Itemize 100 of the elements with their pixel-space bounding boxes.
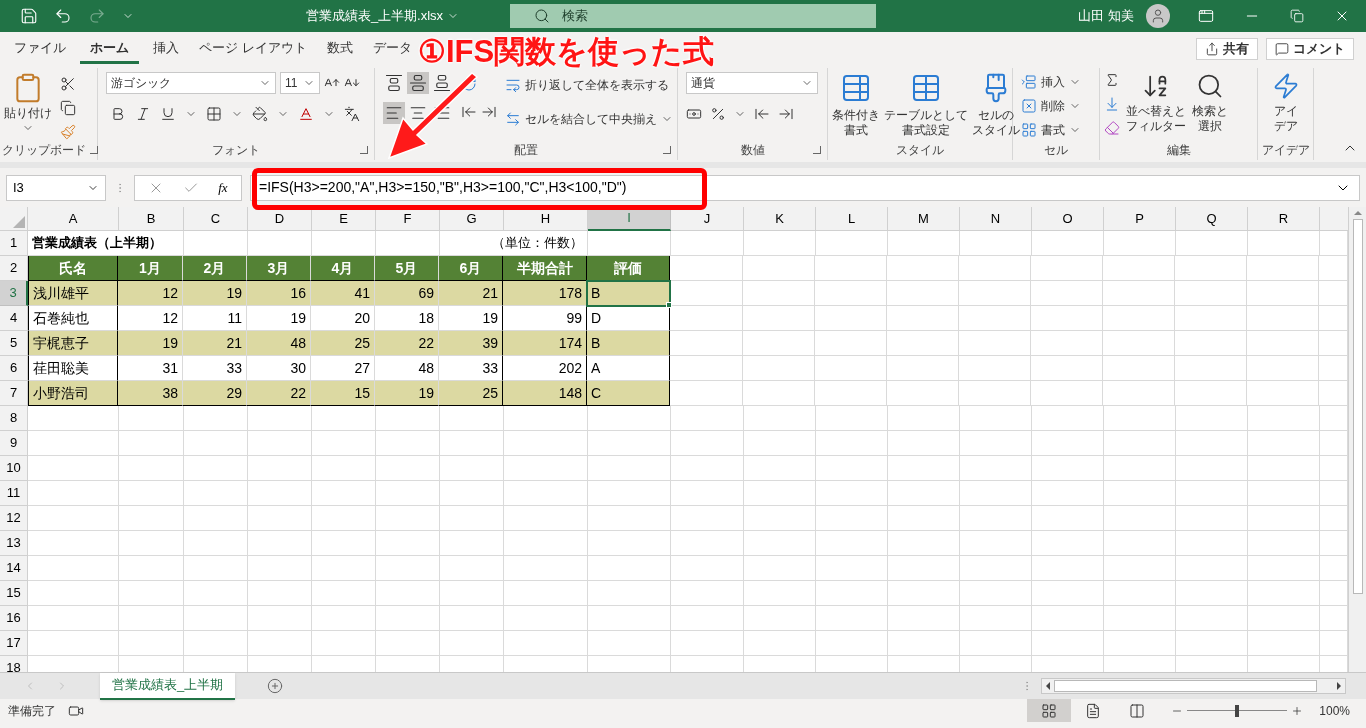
column-heading[interactable]: 4月 [311, 256, 375, 281]
empty-cell[interactable] [888, 581, 960, 606]
empty-cell[interactable] [588, 581, 671, 606]
restore-icon[interactable] [1290, 9, 1304, 23]
empty-cell[interactable] [588, 556, 671, 581]
empty-cell[interactable] [744, 556, 816, 581]
table-cell[interactable]: D [587, 306, 670, 331]
table-cell[interactable]: 174 [503, 331, 587, 356]
empty-cell[interactable] [1247, 281, 1319, 306]
empty-cell[interactable] [1032, 606, 1104, 631]
empty-cell[interactable] [1248, 631, 1320, 656]
column-header[interactable]: Q [1176, 207, 1248, 231]
empty-cell[interactable] [504, 531, 588, 556]
empty-cell[interactable] [1032, 481, 1104, 506]
empty-cell[interactable] [184, 481, 248, 506]
empty-cell[interactable] [1248, 556, 1320, 581]
empty-cell[interactable] [376, 581, 440, 606]
row-header[interactable]: 10 [0, 456, 28, 481]
row-header[interactable]: 18 [0, 656, 28, 672]
empty-cell[interactable] [440, 456, 504, 481]
empty-cell[interactable] [960, 456, 1032, 481]
empty-cell[interactable] [816, 631, 888, 656]
table-cell[interactable]: 20 [311, 306, 375, 331]
empty-cell[interactable] [743, 306, 815, 331]
empty-cell[interactable] [1031, 281, 1103, 306]
empty-cell[interactable] [960, 406, 1032, 431]
empty-cell[interactable] [1104, 431, 1176, 456]
empty-cell[interactable] [1103, 356, 1175, 381]
empty-cell[interactable] [960, 556, 1032, 581]
empty-cell[interactable] [959, 306, 1031, 331]
empty-cell[interactable] [671, 231, 744, 256]
empty-cell[interactable] [504, 406, 588, 431]
row-header[interactable]: 9 [0, 431, 28, 456]
empty-cell[interactable] [1032, 631, 1104, 656]
comment-button[interactable]: コメント [1266, 38, 1354, 60]
empty-cell[interactable] [312, 456, 376, 481]
name-box[interactable]: I3 [6, 174, 106, 201]
table-cell[interactable]: 22 [247, 381, 311, 406]
empty-cell[interactable] [816, 456, 888, 481]
empty-cell[interactable] [815, 281, 887, 306]
column-header[interactable]: N [960, 207, 1032, 231]
empty-cell[interactable] [671, 531, 744, 556]
empty-cell[interactable] [504, 581, 588, 606]
column-heading[interactable]: 3月 [247, 256, 311, 281]
empty-cell[interactable] [1175, 331, 1247, 356]
ideas-button[interactable]: アイ デア [1273, 104, 1298, 134]
empty-cell[interactable] [816, 406, 888, 431]
table-cell[interactable]: 19 [247, 306, 311, 331]
empty-cell[interactable] [1247, 381, 1319, 406]
empty-cell[interactable] [671, 431, 744, 456]
empty-cell[interactable] [1032, 406, 1104, 431]
table-cell[interactable]: 21 [183, 331, 247, 356]
empty-cell[interactable] [959, 256, 1031, 281]
column-header[interactable]: A [28, 207, 119, 231]
empty-cell[interactable] [671, 456, 744, 481]
empty-cell[interactable] [743, 256, 815, 281]
empty-cell[interactable] [184, 631, 248, 656]
empty-cell[interactable] [960, 506, 1032, 531]
column-heading[interactable]: 氏名 [28, 256, 118, 281]
row-header[interactable]: 17 [0, 631, 28, 656]
empty-cell[interactable] [888, 481, 960, 506]
empty-cell[interactable] [1248, 431, 1320, 456]
empty-cell[interactable] [959, 356, 1031, 381]
empty-cell[interactable] [743, 356, 815, 381]
empty-cell[interactable] [1175, 306, 1247, 331]
empty-cell[interactable] [440, 581, 504, 606]
empty-cell[interactable] [248, 456, 312, 481]
table-cell[interactable]: 30 [247, 356, 311, 381]
ribbon-tab[interactable]: 数式 [316, 36, 363, 64]
empty-cell[interactable] [1175, 281, 1247, 306]
empty-cell[interactable] [744, 456, 816, 481]
empty-cell[interactable] [248, 581, 312, 606]
empty-cell[interactable] [312, 531, 376, 556]
empty-cell[interactable] [1176, 581, 1248, 606]
empty-cell[interactable] [376, 406, 440, 431]
empty-cell[interactable] [184, 606, 248, 631]
empty-cell[interactable] [743, 281, 815, 306]
empty-cell[interactable] [1104, 456, 1176, 481]
percent-icon[interactable] [710, 106, 726, 122]
increase-indent-icon[interactable] [481, 104, 497, 120]
empty-cell[interactable] [1248, 506, 1320, 531]
empty-cell[interactable] [376, 531, 440, 556]
autosum-icon[interactable] [1104, 72, 1120, 88]
wrap-text-button[interactable]: 折り返して全体を表示する [505, 74, 673, 96]
insert-function-button[interactable]: fx [218, 177, 228, 198]
empty-cell[interactable] [888, 231, 960, 256]
empty-cell[interactable] [312, 556, 376, 581]
table-cell[interactable]: 39 [439, 331, 503, 356]
empty-cell[interactable] [671, 481, 744, 506]
empty-cell[interactable] [1248, 531, 1320, 556]
empty-cell[interactable] [816, 606, 888, 631]
row-header[interactable]: 11 [0, 481, 28, 506]
empty-cell[interactable] [888, 406, 960, 431]
save-icon[interactable] [20, 7, 38, 25]
cell-command-button[interactable]: 挿入 [1021, 72, 1081, 92]
table-cell[interactable]: 29 [183, 381, 247, 406]
empty-cell[interactable] [887, 256, 959, 281]
empty-cell[interactable] [248, 406, 312, 431]
empty-cell[interactable] [119, 456, 184, 481]
empty-cell[interactable] [1176, 481, 1248, 506]
